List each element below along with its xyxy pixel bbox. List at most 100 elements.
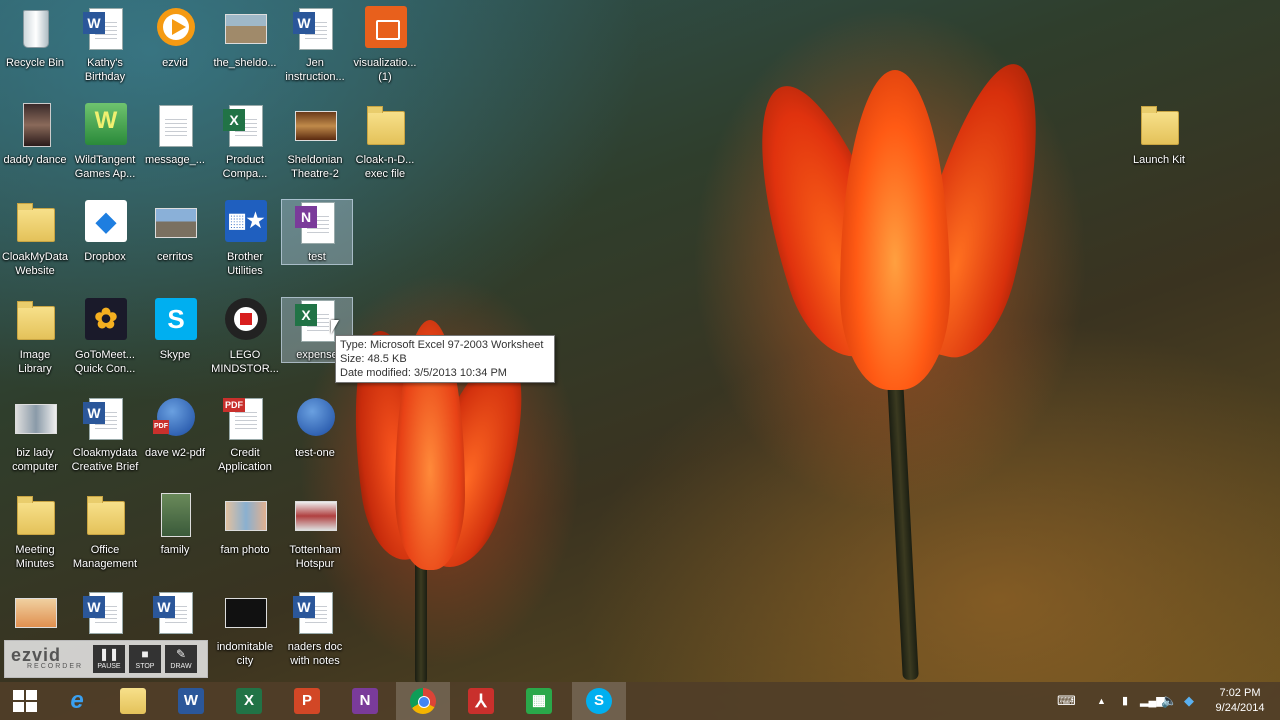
folder-icon [13, 493, 57, 537]
video-thumbnail-icon [223, 590, 267, 634]
pause-button[interactable]: ❚❚ PAUSE [93, 645, 125, 673]
image-thumbnail-icon [13, 396, 57, 440]
desktop-icon-cloakmydata-website[interactable]: CloakMyData Website [0, 200, 70, 278]
desktop-icon-jen-instructions[interactable]: W Jen instruction... [280, 6, 350, 84]
desktop-icon-sheldonian-theatre[interactable]: Sheldonian Theatre-2 [280, 103, 350, 181]
wildtangent-games-icon: W [83, 103, 127, 147]
text-file-icon [153, 103, 197, 147]
word-document-icon: W [293, 590, 337, 634]
tooltip-type: Type: Microsoft Excel 97-2003 Worksheet [340, 339, 544, 351]
desktop-icon-the-sheldo[interactable]: the_sheldo... [210, 6, 280, 70]
desktop-icon-cloak-n-d[interactable]: Cloak-n-D... exec file [350, 103, 420, 181]
desktop-icon-beach-photo[interactable] [0, 590, 70, 634]
image-thumbnail-icon [293, 493, 337, 537]
word-document-icon: W [83, 396, 127, 440]
battery-icon[interactable]: ▮ [1122, 682, 1128, 720]
taskbar-skype[interactable]: S [572, 682, 626, 720]
desktop-icon-lego-mindstorms[interactable]: LEGO MINDSTOR... [210, 298, 280, 376]
lego-mindstorms-icon [223, 298, 267, 342]
brother-utilities-icon: ▦★ [223, 200, 267, 244]
folder-icon [363, 103, 407, 147]
desktop-icon-ezvid[interactable]: ezvid [140, 6, 210, 70]
taskbar-word[interactable]: W [164, 682, 218, 720]
desktop-icon-product-compa[interactable]: X Product Compa... [210, 103, 280, 181]
taskbar-store[interactable]: ▦ [512, 682, 566, 720]
taskbar-excel[interactable]: X [222, 682, 276, 720]
touch-keyboard-icon[interactable]: ⌨ [1057, 682, 1083, 720]
taskbar-onenote[interactable]: N [338, 682, 392, 720]
system-clock[interactable]: 7:02 PM 9/24/2014 [1205, 686, 1275, 716]
desktop-icon-tottenham-hotspur[interactable]: Tottenham Hotspur [280, 493, 350, 571]
briefcase-app-icon [363, 6, 407, 50]
file-info-tooltip: Type: Microsoft Excel 97-2003 Worksheet … [335, 335, 555, 383]
desktop-icon-skype[interactable]: S Skype [140, 298, 210, 362]
image-thumbnail-icon [223, 6, 267, 50]
desktop-icon-fam-photo[interactable]: fam photo [210, 493, 280, 557]
taskbar-file-explorer[interactable] [106, 682, 160, 720]
folder-icon [13, 200, 57, 244]
recycle-bin-icon [13, 6, 57, 50]
video-thumbnail-icon [13, 103, 57, 147]
desktop-icon-dave-w2-pdf[interactable]: PDF dave w2-pdf [140, 396, 210, 460]
excel-icon: X [236, 688, 262, 714]
tulip-petal [840, 70, 950, 390]
tulip-stem [887, 379, 919, 681]
ezvid-play-icon [153, 6, 197, 50]
word-document-icon: W [293, 6, 337, 50]
desktop-icon-cloakmydata-brief[interactable]: W Cloakmydata Creative Brief [70, 396, 140, 474]
desktop-icon-brother-utilities[interactable]: ▦★ Brother Utilities [210, 200, 280, 278]
word-icon: W [178, 688, 204, 714]
desktop-icon-gotomeeting[interactable]: ✿ GoToMeet... Quick Con... [70, 298, 140, 376]
start-button[interactable] [0, 682, 54, 720]
image-thumbnail-icon [153, 200, 197, 244]
chrome-icon [410, 688, 436, 714]
taskbar-powerpoint[interactable]: P [280, 682, 334, 720]
windows-logo-icon [13, 690, 37, 712]
volume-icon[interactable]: 🔈 [1161, 682, 1177, 720]
folder-icon [13, 298, 57, 342]
image-thumbnail-icon [293, 103, 337, 147]
desktop-icon-credit-application[interactable]: PDF Credit Application [210, 396, 280, 474]
desktop-icon-test[interactable]: N test [281, 199, 353, 265]
taskbar-chrome[interactable] [396, 682, 450, 720]
desktop-icon-message[interactable]: message_... [140, 103, 210, 167]
taskbar-acrobat[interactable]: ⅄ [454, 682, 508, 720]
desktop-icon-family[interactable]: family [140, 493, 210, 557]
desktop-icon-naders-doc[interactable]: W naders doc with notes [280, 590, 350, 668]
desktop-icon-word-doc[interactable]: W [70, 590, 140, 634]
taskbar-internet-explorer[interactable]: e [50, 682, 104, 720]
tooltip-date: Date modified: 3/5/2013 10:34 PM [340, 367, 507, 379]
desktop-icon-test-one[interactable]: test-one [280, 396, 350, 460]
desktop-icon-biz-lady[interactable]: biz lady computer [0, 396, 70, 474]
tulip-stem [415, 560, 427, 685]
pdf-document-icon: PDF [223, 396, 267, 440]
show-hidden-icons-button[interactable]: ▲ [1097, 682, 1106, 720]
desktop-icon-kathys-birthday[interactable]: W Kathy's Birthday [70, 6, 140, 84]
desktop-icon-meeting-minutes[interactable]: Meeting Minutes [0, 493, 70, 571]
internet-explorer-icon: e [70, 687, 84, 714]
desktop-icon-visualization[interactable]: visualizatio... (1) [350, 6, 420, 84]
desktop-icon-dropbox[interactable]: ◆ Dropbox [70, 200, 140, 264]
desktop-icon-image-library[interactable]: Image Library [0, 298, 70, 376]
desktop-icon-office-management[interactable]: Office Management [70, 493, 140, 571]
mouse-cursor-icon [331, 320, 339, 334]
powerpoint-icon: P [294, 688, 320, 714]
tooltip-size: Size: 48.5 KB [340, 353, 407, 365]
desktop-icon-word-doc-2[interactable]: W [140, 590, 210, 634]
skype-icon: S [153, 298, 197, 342]
dropbox-tray-icon[interactable]: ◆ [1184, 682, 1194, 720]
desktop-icon-daddy-dance[interactable]: daddy dance [0, 103, 70, 167]
desktop-icon-indomitable-city[interactable]: indomitable city [210, 590, 280, 668]
stop-button[interactable]: ■ STOP [129, 645, 161, 673]
draw-button[interactable]: ✎ DRAW [165, 645, 197, 673]
excel-document-icon: X [223, 103, 267, 147]
image-thumbnail-icon [223, 493, 267, 537]
desktop-icon-recycle-bin[interactable]: Recycle Bin [0, 6, 70, 70]
desktop-icon-wildtangent[interactable]: W WildTangent Games Ap... [70, 103, 140, 181]
taskbar: e W X P N ⅄ ▦ S ⌨ ▲ ▮ ▂▄▆ 🔈 ◆ 7:02 PM 9/… [0, 682, 1280, 720]
onenote-document-icon: N [295, 200, 339, 244]
desktop-icon-launch-kit[interactable]: Launch Kit [1124, 103, 1194, 167]
skype-icon: S [586, 688, 612, 714]
desktop-icon-cerritos[interactable]: cerritos [140, 200, 210, 264]
clock-date: 9/24/2014 [1215, 702, 1265, 714]
